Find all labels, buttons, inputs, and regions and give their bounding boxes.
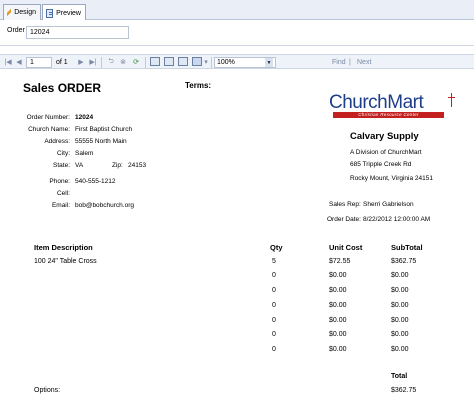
line-item-qty: 0 xyxy=(272,317,276,324)
column-header-qty: Qty xyxy=(270,243,283,252)
line-item-unit-cost: $0.00 xyxy=(329,317,347,324)
back-icon[interactable]: ⮌ xyxy=(106,57,116,67)
view-tabstrip: Design Preview xyxy=(0,0,474,21)
order-date-label: Order Date: xyxy=(327,216,361,223)
line-item-qty: 5 xyxy=(272,258,276,265)
toolbar-separator xyxy=(145,57,146,68)
tab-design[interactable]: Design xyxy=(3,4,41,20)
company-name: Calvary Supply xyxy=(350,131,419,142)
company-division: A Division of ChurchMart xyxy=(350,149,422,156)
cross-icon xyxy=(447,93,457,107)
phone-label: Phone: xyxy=(49,178,70,185)
line-item-subtotal: $0.00 xyxy=(391,287,409,294)
toolbar-separator xyxy=(101,57,102,68)
company-street: 685 Tripple Creek Rd xyxy=(350,161,412,168)
print-icon[interactable] xyxy=(150,57,160,66)
column-header-subtotal: SubTotal xyxy=(391,243,423,252)
toolbar-separator xyxy=(211,57,212,68)
line-item-description: 100 24" Table Cross xyxy=(34,258,97,265)
line-item-subtotal: $0.00 xyxy=(391,331,409,338)
first-page-icon[interactable]: |◀ xyxy=(3,57,13,67)
email-label: Email: xyxy=(51,202,70,209)
state-label: State: xyxy=(53,162,70,169)
email-value: bob@bobchurch.org xyxy=(75,202,134,209)
export-dropdown-icon[interactable]: ▾ xyxy=(203,57,209,67)
tab-preview[interactable]: Preview xyxy=(42,4,86,21)
phone-value: 540-555-1212 xyxy=(75,178,116,185)
total-label: Total xyxy=(391,373,408,380)
city-value: Salem xyxy=(75,150,94,157)
zip-label: Zip: xyxy=(112,162,123,169)
order-param-input[interactable] xyxy=(26,26,129,39)
company-city: Rocky Mount, Virginia 24151 xyxy=(350,175,433,182)
church-name-label: Church Name: xyxy=(28,126,70,133)
preview-icon xyxy=(46,8,54,18)
line-item-unit-cost: $72.55 xyxy=(329,258,351,265)
line-item-qty: 0 xyxy=(272,302,276,309)
line-item-subtotal: $0.00 xyxy=(391,346,409,353)
churchmart-logo: ChurchMart Christian Resource Center xyxy=(329,92,459,120)
zoom-select[interactable]: 100% ▼ xyxy=(214,57,276,68)
church-name-value: First Baptist Church xyxy=(75,126,133,133)
previous-page-icon[interactable]: ◀ xyxy=(14,57,24,67)
total-value: $362.75 xyxy=(391,387,417,394)
line-item-subtotal: $362.75 xyxy=(391,258,417,265)
line-item-qty: 0 xyxy=(272,272,276,279)
report-page: Sales ORDER Terms: Order Number: 12024 C… xyxy=(0,72,474,400)
address-value: 55555 North Main xyxy=(75,138,127,145)
sales-rep-value: Sherri Gabrielson xyxy=(363,201,414,208)
line-item-subtotal: $0.00 xyxy=(391,272,409,279)
line-item-qty: 0 xyxy=(272,346,276,353)
line-item-unit-cost: $0.00 xyxy=(329,346,347,353)
chevron-down-icon[interactable]: ▼ xyxy=(265,58,273,67)
sales-rep-label: Sales Rep: xyxy=(329,201,361,208)
line-item-unit-cost: $0.00 xyxy=(329,272,347,279)
order-date-value: 8/22/2012 12:00:00 AM xyxy=(363,216,431,223)
logo-tagline: Christian Resource Center xyxy=(333,112,444,118)
parameter-bar: Order xyxy=(0,20,474,46)
line-item-unit-cost: $0.00 xyxy=(329,331,347,338)
line-item-unit-cost: $0.00 xyxy=(329,302,347,309)
order-number-label: Order Number: xyxy=(26,114,70,121)
stop-icon[interactable]: ⊗ xyxy=(118,57,128,67)
line-item-subtotal: $0.00 xyxy=(391,302,409,309)
find-separator: | xyxy=(349,59,351,66)
terms-label: Terms: xyxy=(185,81,212,90)
tab-design-label: Design xyxy=(14,9,36,16)
next-page-icon[interactable]: ▶ xyxy=(76,57,86,67)
address-label: Address: xyxy=(44,138,70,145)
city-label: City: xyxy=(57,150,70,157)
export-icon[interactable] xyxy=(192,57,202,66)
page-setup-icon[interactable] xyxy=(178,57,188,66)
zip-value: 24153 xyxy=(128,162,147,169)
find-next-link[interactable]: Next xyxy=(357,57,371,68)
state-value: VA xyxy=(75,162,84,169)
cell-label: Cell: xyxy=(56,190,70,197)
logo-text: ChurchMart xyxy=(329,92,424,113)
options-label: Options: xyxy=(34,387,61,394)
line-item-subtotal: $0.00 xyxy=(391,317,409,324)
column-header-unit-cost: Unit Cost xyxy=(329,243,363,252)
column-header-item: Item Description xyxy=(34,243,93,252)
order-param-label: Order xyxy=(7,27,25,34)
find-link[interactable]: Find xyxy=(332,57,346,68)
zoom-value: 100% xyxy=(217,59,235,66)
report-toolbar: |◀ ◀ of 1 ▶ ▶| ⮌ ⊗ ⟳ ▾ 100% ▼ Find | Nex… xyxy=(0,54,474,69)
pencil-icon xyxy=(7,8,12,17)
page-number-input[interactable] xyxy=(26,57,52,68)
tab-preview-label: Preview xyxy=(56,9,81,17)
order-number-value: 12024 xyxy=(75,114,94,121)
last-page-icon[interactable]: ▶| xyxy=(88,57,98,67)
print-layout-icon[interactable] xyxy=(164,57,174,66)
line-item-qty: 0 xyxy=(272,287,276,294)
line-item-qty: 0 xyxy=(272,331,276,338)
line-item-unit-cost: $0.00 xyxy=(329,287,347,294)
report-title: Sales ORDER xyxy=(23,81,102,95)
refresh-icon[interactable]: ⟳ xyxy=(131,57,141,67)
page-count-label: of 1 xyxy=(56,59,68,66)
